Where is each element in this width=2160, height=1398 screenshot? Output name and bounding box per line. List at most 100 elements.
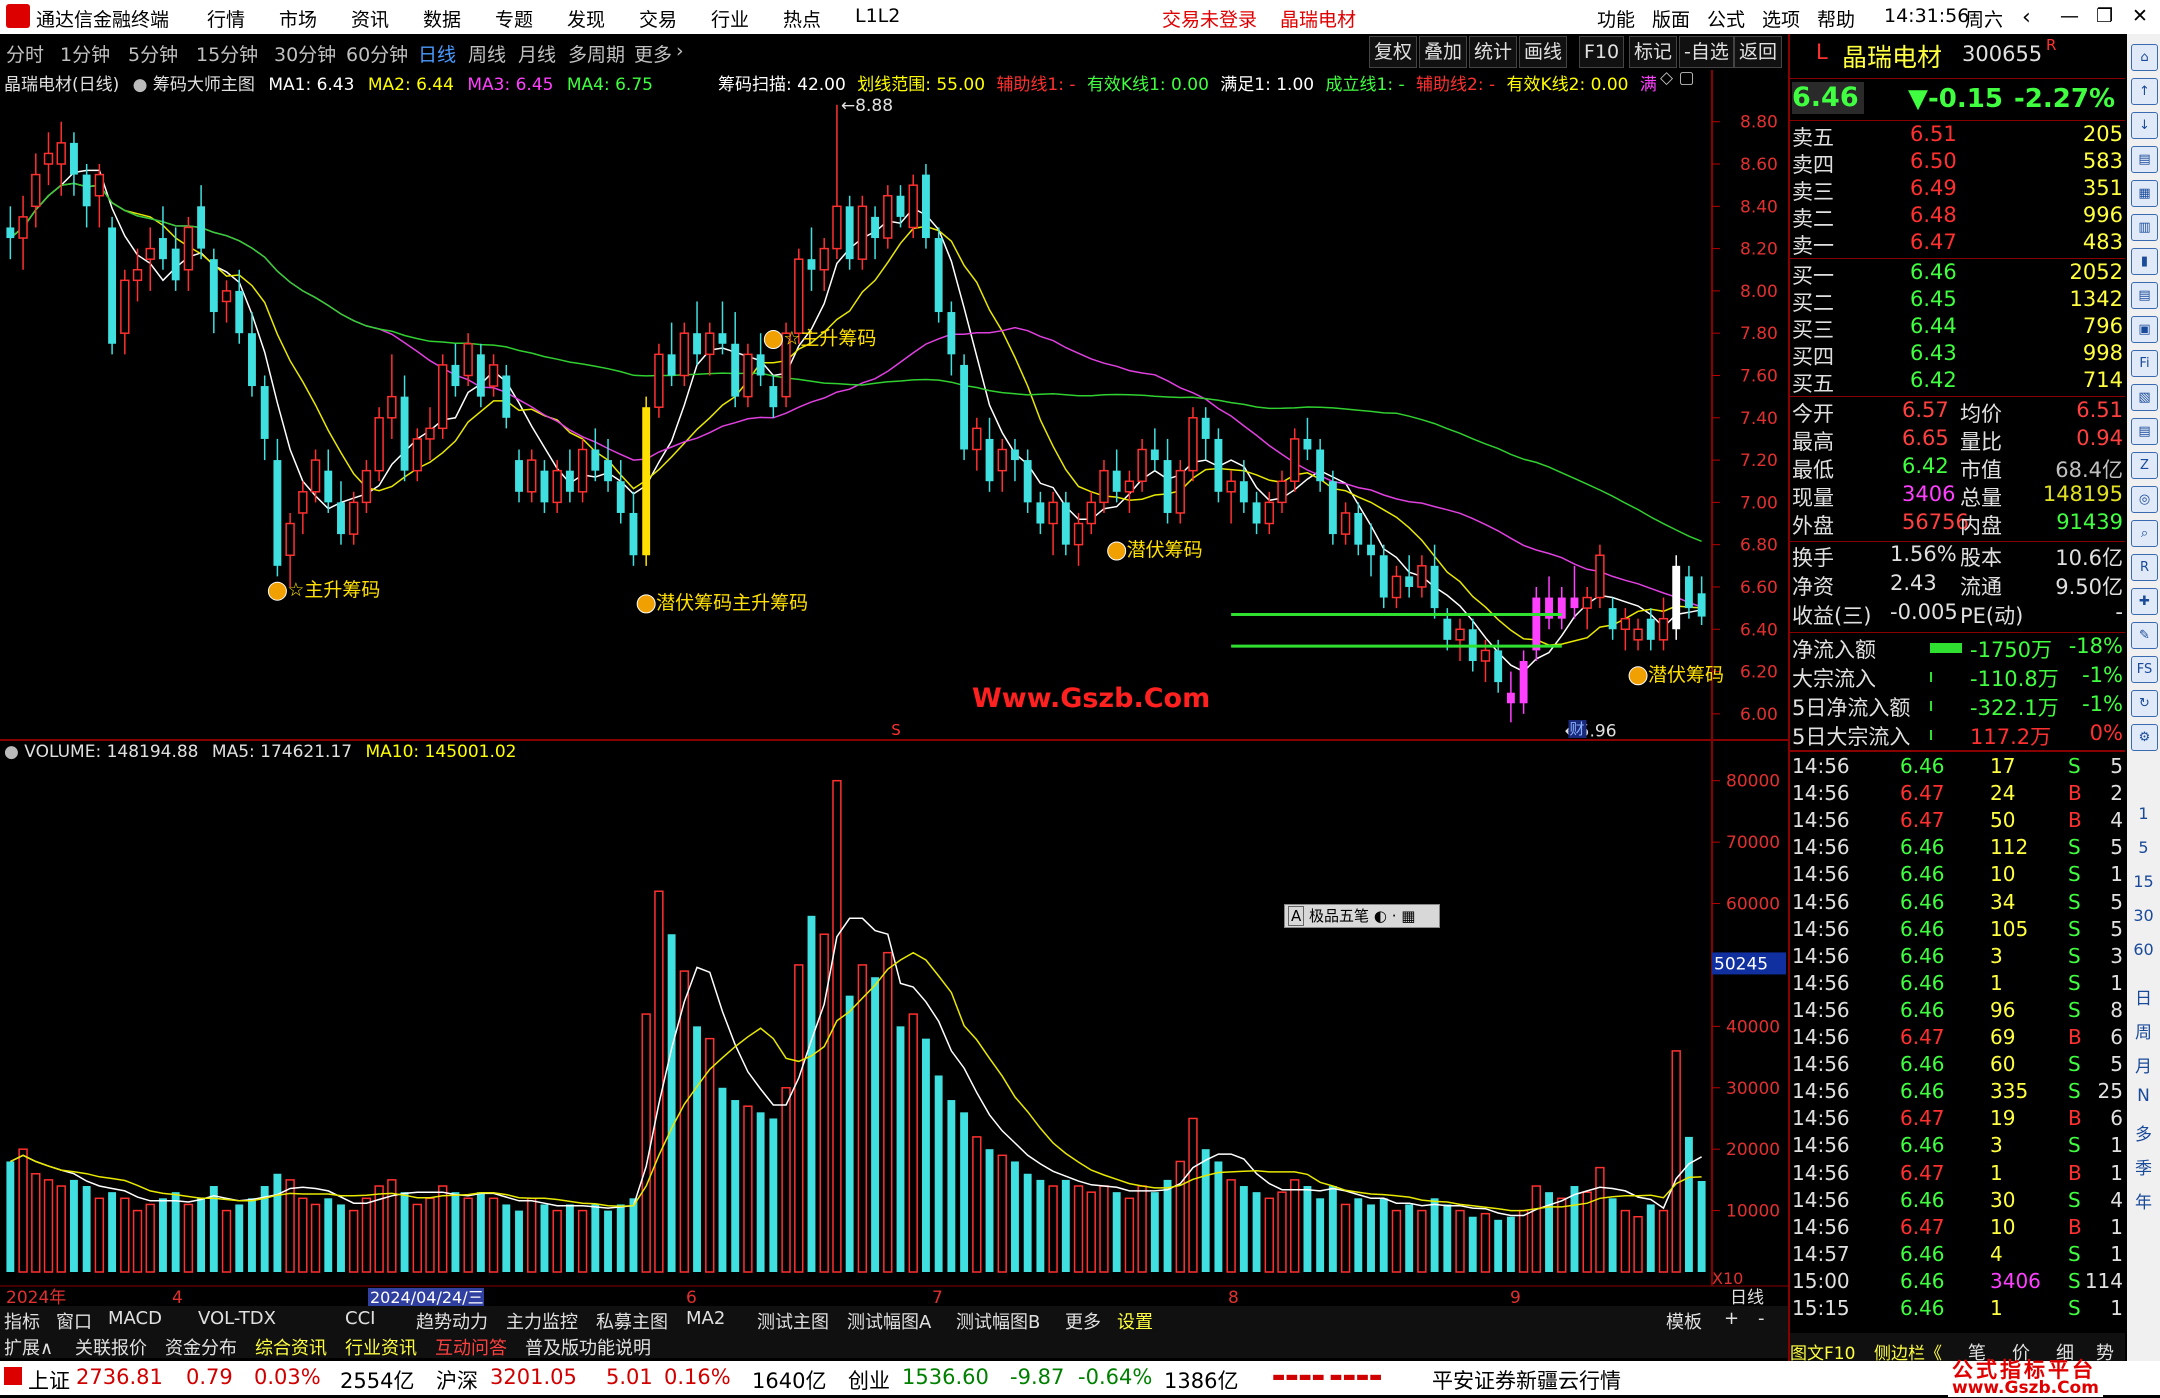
tab-1min[interactable]: 1分钟 (60, 40, 110, 67)
sh-label[interactable]: 上证 (28, 1365, 70, 1395)
kline-chart[interactable]: 8.80 8.60 8.40 8.20 8.00 7.80 7.60 7.40 7.20 7.00… (0, 70, 1788, 1306)
indicator-tab-2[interactable]: MACD (108, 1308, 162, 1329)
tab-15min[interactable]: 15分钟 (196, 40, 258, 67)
indicator-tab-7[interactable]: 私募主图 (596, 1308, 668, 1334)
book-icon[interactable]: ▣ (2131, 316, 2158, 343)
sidebar-period-5[interactable]: 5 (2127, 838, 2160, 857)
template-control-1[interactable]: + (1724, 1308, 1739, 1329)
news-icon[interactable]: ▤ (2131, 418, 2158, 445)
ime-widget[interactable]: A 极品五笔 ◐ · ▦ (1284, 904, 1440, 928)
gear-icon[interactable]: ⚙ (2131, 724, 2158, 751)
legend-scroll-icon[interactable]: ◇ ▢ (1660, 68, 1695, 88)
calc-icon[interactable]: ▧ (2131, 384, 2158, 411)
list-icon[interactable]: ▤ (2131, 146, 2158, 173)
f10-button[interactable]: F10 (1579, 36, 1625, 68)
menu-banmian[interactable]: 版面 (1652, 5, 1690, 32)
menu-gongshi[interactable]: 公式 (1707, 5, 1745, 32)
minimize-icon[interactable]: — (2060, 5, 2079, 27)
menu-gongneng[interactable]: 功能 (1597, 5, 1635, 32)
bar-icon[interactable]: ▮ (2131, 248, 2158, 275)
indicator-tab-0[interactable]: 指标 (4, 1308, 40, 1334)
menu-bangzhu[interactable]: 帮助 (1817, 5, 1855, 32)
tab-weekly[interactable]: 周线 (468, 40, 506, 67)
tab-30min[interactable]: 30分钟 (274, 40, 336, 67)
sidebar-period-30[interactable]: 30 (2127, 906, 2160, 925)
back-icon[interactable]: ‹ (2022, 5, 2031, 30)
sidebar-cycle-5[interactable]: 季 (2127, 1154, 2160, 1179)
diejia-button[interactable]: 叠加 (1419, 36, 1468, 68)
indicator-tab-10[interactable]: 测试幅图A (847, 1308, 931, 1334)
grid-icon[interactable]: ▦ (2131, 180, 2158, 207)
circle-icon[interactable]: ◎ (2131, 486, 2158, 513)
legend-gear-icon[interactable]: ● (133, 75, 148, 95)
indicator-tab-9[interactable]: 测试主图 (757, 1308, 829, 1334)
exchange-icon[interactable]: ✚ (2131, 588, 2158, 615)
home-icon[interactable]: ⌂ (2131, 44, 2158, 71)
z-icon[interactable]: Z (2131, 452, 2158, 479)
more-chevron-icon[interactable]: › (676, 40, 684, 62)
close-icon[interactable]: ✕ (2132, 5, 2148, 27)
template-control-2[interactable]: - (1758, 1308, 1765, 1329)
tab-fenshi[interactable]: 分时 (6, 40, 44, 67)
ext-tab-6[interactable]: 普及版功能说明 (525, 1334, 651, 1360)
menu-hangqing[interactable]: 行情 (207, 5, 245, 32)
menu-zixun[interactable]: 资讯 (351, 5, 389, 32)
sz-label[interactable]: 沪深 (436, 1365, 478, 1395)
menu-xuanxiang[interactable]: 选项 (1762, 5, 1800, 32)
sidebar-cycle-3[interactable]: N (2127, 1086, 2160, 1106)
indicator-tab-8[interactable]: MA2 (686, 1308, 725, 1329)
menu-jiaoyi[interactable]: 交易 (639, 5, 677, 32)
pen-icon[interactable]: ✎ (2131, 622, 2158, 649)
fs-icon[interactable]: FS (2131, 656, 2158, 683)
menu-redian[interactable]: 热点 (783, 5, 821, 32)
sidebar-period-1[interactable]: 1 (2127, 804, 2160, 823)
huaxian-button[interactable]: 画线 (1519, 36, 1568, 68)
tab-more[interactable]: 更多 (634, 40, 672, 67)
sidebar-cycle-0[interactable]: 日 (2127, 984, 2160, 1009)
sidebar-cycle-4[interactable]: 多 (2127, 1120, 2160, 1145)
sidebar-cycle-6[interactable]: 年 (2127, 1188, 2160, 1213)
sidebar-cycle-2[interactable]: 月 (2127, 1052, 2160, 1077)
indicator-tab-1[interactable]: 窗口 (56, 1308, 92, 1334)
ext-tab-4[interactable]: 行业资讯 (345, 1334, 417, 1360)
ext-tab-3[interactable]: 综合资讯 (255, 1334, 327, 1360)
chart-icon[interactable]: ▥ (2131, 214, 2158, 241)
tab-multi[interactable]: 多周期 (568, 40, 625, 67)
indicator-tab-3[interactable]: VOL-TDX (198, 1308, 276, 1329)
sidebar-cycle-1[interactable]: 周 (2127, 1018, 2160, 1043)
menu-hangye[interactable]: 行业 (711, 5, 749, 32)
ext-tab-0[interactable]: 扩展∧ (4, 1334, 53, 1360)
login-status[interactable]: 交易未登录 (1162, 5, 1257, 32)
zixuan-button[interactable]: -自选 (1679, 36, 1734, 68)
tab-60min[interactable]: 60分钟 (346, 40, 408, 67)
menu-shuju[interactable]: 数据 (423, 5, 461, 32)
ext-tab-5[interactable]: 互动问答 (435, 1334, 507, 1360)
indicator-tab-12[interactable]: 更多 (1065, 1308, 1101, 1334)
back-button[interactable]: 返回 (1734, 36, 1783, 68)
menu-faxian[interactable]: 发现 (567, 5, 605, 32)
vol-gear-icon[interactable]: ● (4, 742, 19, 762)
tongji-button[interactable]: 统计 (1469, 36, 1518, 68)
menu-l1l2[interactable]: L1L2 (855, 5, 900, 27)
cy-label[interactable]: 创业 (848, 1365, 890, 1395)
fuquan-button[interactable]: 复权 (1369, 36, 1418, 68)
doc-icon[interactable]: Fi (2131, 350, 2158, 377)
up-arrow-icon[interactable]: ↑ (2131, 78, 2158, 105)
rsi-icon[interactable]: R (2131, 554, 2158, 581)
tab-monthly[interactable]: 月线 (518, 40, 556, 67)
search-icon[interactable]: ⌕ (2131, 520, 2158, 547)
tab-5min[interactable]: 5分钟 (128, 40, 178, 67)
legend-indicator[interactable]: 筹码大师主图 (153, 75, 255, 95)
menu-shichang[interactable]: 市场 (279, 5, 317, 32)
tab-daily[interactable]: 日线 (418, 40, 456, 67)
ext-tab-1[interactable]: 关联报价 (75, 1334, 147, 1360)
sidebar-period-15[interactable]: 15 (2127, 872, 2160, 891)
table-icon[interactable]: ▤ (2131, 282, 2158, 309)
restore-icon[interactable]: ❐ (2096, 5, 2113, 27)
refresh-icon[interactable]: ↻ (2131, 690, 2158, 717)
indicator-tab-13[interactable]: 设置 (1117, 1308, 1153, 1334)
indicator-tab-6[interactable]: 主力监控 (506, 1308, 578, 1334)
ext-tab-2[interactable]: 资金分布 (165, 1334, 237, 1360)
biaoji-button[interactable]: 标记 (1629, 36, 1678, 68)
down-arrow-icon[interactable]: ↓ (2131, 112, 2158, 139)
